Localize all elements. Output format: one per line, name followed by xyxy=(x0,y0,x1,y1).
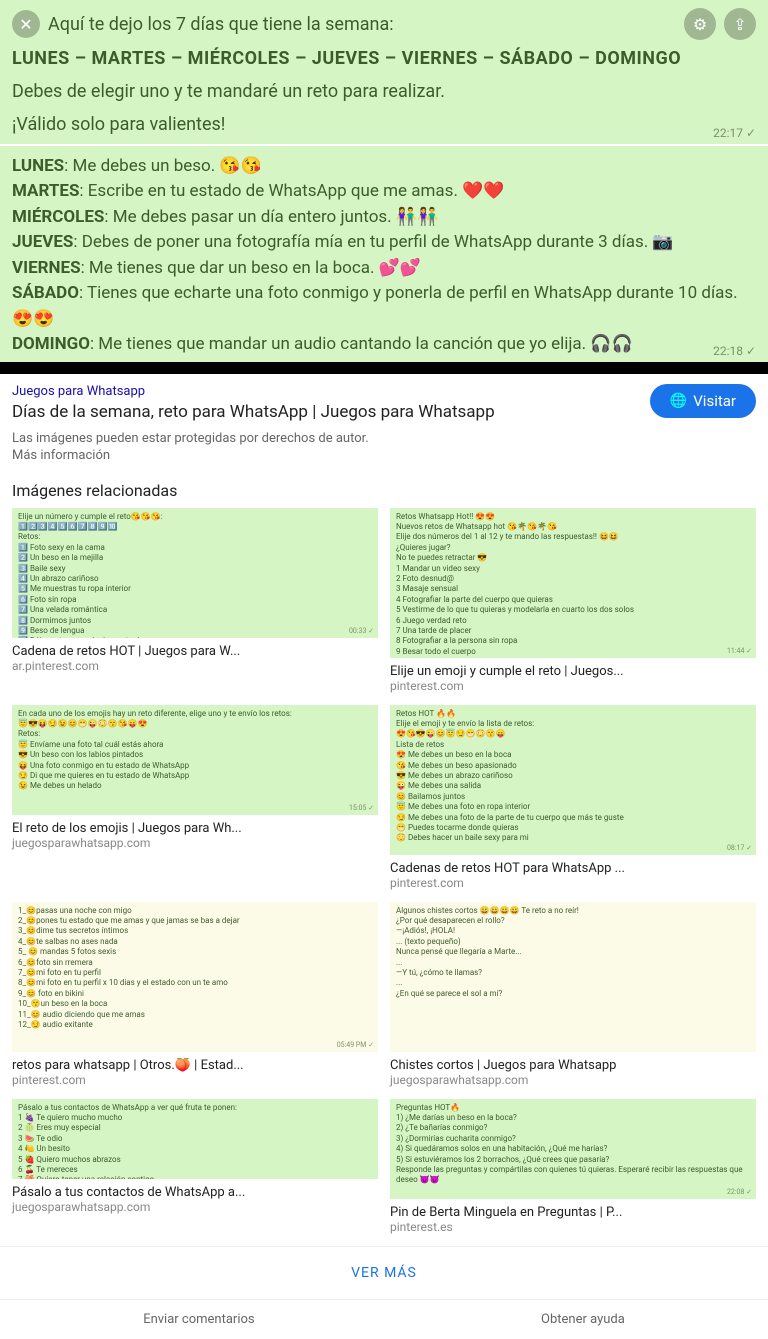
site-name[interactable]: Juegos para Whatsapp xyxy=(12,384,640,399)
tile-source: juegosparawhatsapp.com xyxy=(390,1073,756,1087)
result-header: Juegos para Whatsapp Días de la semana, … xyxy=(0,374,768,431)
tile-source: ar.pinterest.com xyxy=(12,659,378,673)
miercoles-text: : Me debes pasar un día entero juntos. 👫… xyxy=(104,207,438,227)
image-tile[interactable]: Preguntas HOT🔥 1) ¿Me darías un beso en … xyxy=(390,1099,756,1234)
tile-title: Cadenas de retos HOT para WhatsApp ... xyxy=(390,861,756,876)
chat-time-1: 22:17 ✓ xyxy=(713,126,756,140)
tile-source: juegosparawhatsapp.com xyxy=(12,836,378,850)
get-help-link[interactable]: Obtener ayuda xyxy=(541,1312,625,1327)
copyright-text: Las imágenes pueden estar protegidas por… xyxy=(0,431,768,448)
tile-time: 08:17 ✓ xyxy=(727,844,752,853)
share-icon[interactable]: ⇪ xyxy=(724,8,756,40)
tile-title: Elije un emoji y cumple el reto | Juegos… xyxy=(390,664,756,679)
viernes-label: VIERNES xyxy=(12,258,81,278)
domingo-label: DOMINGO xyxy=(12,334,90,354)
result-title: Días de la semana, reto para WhatsApp | … xyxy=(12,401,640,423)
tile-preview: Pásalo a tus contactos de WhatsApp a ver… xyxy=(12,1099,378,1179)
image-tile[interactable]: 1_😊pasas una noche con migo 2_😊pones tu … xyxy=(12,902,378,1087)
close-icon[interactable]: ✕ xyxy=(12,10,40,38)
tile-preview: Elije un número y cumple el reto😘😘😘: 1️⃣… xyxy=(12,508,378,638)
tile-preview: En cada uno de los emojis hay un reto di… xyxy=(12,705,378,815)
image-grid: Elije un número y cumple el reto😘😘😘: 1️⃣… xyxy=(0,508,768,1234)
days-header: LUNES – MARTES – MIÉRCOLES – JUEVES – VI… xyxy=(12,48,681,69)
chat-instruction: Debes de elegir uno y te mandaré un reto… xyxy=(12,79,756,104)
tile-preview: Retos HOT 🔥🔥 Elije el emoji y te envío l… xyxy=(390,705,756,855)
tile-preview: Preguntas HOT🔥 1) ¿Me darías un beso en … xyxy=(390,1099,756,1199)
image-tile[interactable]: En cada uno de los emojis hay un reto di… xyxy=(12,705,378,890)
sabado-label: SÁBADO xyxy=(12,283,79,303)
divider-bar xyxy=(0,362,768,374)
ver-mas-button[interactable]: VER MÁS xyxy=(0,1246,768,1299)
image-tile[interactable]: Pásalo a tus contactos de WhatsApp a ver… xyxy=(12,1099,378,1234)
image-tile[interactable]: Algunos chistes cortos 😀😀😀😀 Te reto a no… xyxy=(390,902,756,1087)
lunes-text: : Me debes un beso. 😘😘 xyxy=(64,156,262,176)
martes-text: : Escribe en tu estado de WhatsApp que m… xyxy=(79,181,504,201)
tile-time: 22:08 ✓ xyxy=(727,1188,752,1197)
tile-preview: Retos Whatsapp Hot!! 😍😍 Nuevos retos de … xyxy=(390,508,756,658)
tile-title: retos para whatsapp | Otros.🍑 | Estad... xyxy=(12,1058,378,1073)
tile-source: juegosparawhatsapp.com xyxy=(12,1200,378,1214)
tile-source: pinterest.es xyxy=(390,1220,756,1234)
tile-time: 15:05 ✓ xyxy=(349,804,374,813)
jueves-label: JUEVES xyxy=(12,232,73,252)
martes-label: MARTES xyxy=(12,181,79,201)
tile-title: Pin de Berta Minguela en Preguntas | P..… xyxy=(390,1205,756,1220)
lunes-label: LUNES xyxy=(12,156,64,176)
miercoles-label: MIÉRCOLES xyxy=(12,207,104,227)
tile-time: 11:44 ✓ xyxy=(727,647,752,656)
tile-source: pinterest.com xyxy=(390,679,756,693)
viernes-text: : Me tienes que dar un beso en la boca. … xyxy=(81,258,421,278)
image-tile[interactable]: Retos HOT 🔥🔥 Elije el emoji y te envío l… xyxy=(390,705,756,890)
tile-title: El reto de los emojis | Juegos para Wh..… xyxy=(12,821,378,836)
tile-source: pinterest.com xyxy=(390,876,756,890)
tile-title: Cadena de retos HOT | Juegos para W... xyxy=(12,644,378,659)
more-info-link[interactable]: Más información xyxy=(0,448,768,473)
chat-message-2: LUNES: Me debes un beso. 😘😘 MARTES: Escr… xyxy=(0,146,768,362)
visit-label: Visitar xyxy=(693,392,736,410)
tile-preview: Algunos chistes cortos 😀😀😀😀 Te reto a no… xyxy=(390,902,756,1052)
tile-source: pinterest.com xyxy=(12,1073,378,1087)
domingo-text: : Me tienes que mandar un audio cantando… xyxy=(90,334,633,354)
visit-button[interactable]: Visitar xyxy=(650,384,756,418)
tile-preview: 1_😊pasas una noche con migo 2_😊pones tu … xyxy=(12,902,378,1052)
tile-time: 05:49 PM ✓ xyxy=(337,1041,374,1050)
sabado-text: : Tienes que echarte una foto conmigo y … xyxy=(12,283,738,329)
image-tile[interactable]: Retos Whatsapp Hot!! 😍😍 Nuevos retos de … xyxy=(390,508,756,693)
send-comments-link[interactable]: Enviar comentarios xyxy=(143,1312,254,1327)
chat-title: Aquí te dejo los 7 días que tiene la sem… xyxy=(48,14,676,35)
tile-time: 00:33 ✓ xyxy=(349,627,374,636)
jueves-text: : Debes de poner una fotografía mía en t… xyxy=(73,232,673,252)
chat-time-2: 22:18 ✓ xyxy=(713,344,756,358)
gear-icon[interactable]: ⚙ xyxy=(684,8,716,40)
image-tile[interactable]: Elije un número y cumple el reto😘😘😘: 1️⃣… xyxy=(12,508,378,693)
tile-title: Pásalo a tus contactos de WhatsApp a... xyxy=(12,1185,378,1200)
chat-message-1: ✕ Aquí te dejo los 7 días que tiene la s… xyxy=(0,0,768,144)
tile-title: Chistes cortos | Juegos para Whatsapp xyxy=(390,1058,756,1073)
related-title: Imágenes relacionadas xyxy=(0,473,768,508)
footer: Enviar comentarios Obtener ayuda xyxy=(0,1299,768,1339)
chat-valid: ¡Válido solo para valientes! xyxy=(12,112,756,137)
